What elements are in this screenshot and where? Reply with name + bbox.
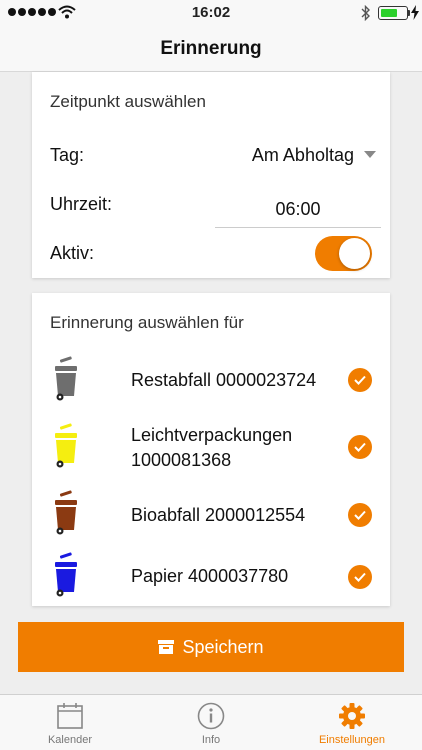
bluetooth-icon	[361, 5, 370, 21]
day-select-value: Am Abholtag	[251, 145, 354, 165]
archive-icon	[158, 640, 175, 654]
calendar-icon	[57, 703, 83, 729]
time-input[interactable]	[215, 192, 381, 228]
waste-bin-icon	[55, 552, 77, 597]
schedule-card: Zeitpunkt auswählen Tag: Am Abholtag Uhr…	[32, 72, 390, 278]
time-label: Uhrzeit:	[50, 194, 113, 214]
tab-label: Kalender	[47, 734, 93, 746]
active-label: Aktiv:	[50, 243, 95, 263]
reminder-card-title: Erinnerung auswählen für	[50, 313, 244, 332]
tab-label: Info	[201, 734, 221, 746]
check-icon[interactable]	[348, 565, 372, 589]
status-time: 16:02	[191, 4, 231, 21]
waste-bin-icon	[55, 423, 77, 468]
day-label: Tag:	[50, 145, 85, 165]
save-button-label: Speichern	[182, 636, 264, 657]
battery-icon	[378, 6, 408, 20]
tab-einstellungen[interactable]: Einstellungen	[282, 695, 422, 750]
tab-bar: Kalender Info Einstellungen	[0, 694, 422, 750]
check-icon[interactable]	[348, 503, 372, 527]
save-button[interactable]: Speichern	[18, 622, 404, 672]
gear-icon	[339, 703, 365, 729]
list-item-label: Restabfall 0000023724	[131, 370, 317, 390]
status-bar: 16:02	[0, 0, 422, 26]
info-icon	[197, 702, 225, 730]
tab-kalender[interactable]: Kalender	[0, 695, 140, 750]
reminder-card: Erinnerung auswählen für Restabfall 0000…	[32, 293, 390, 606]
chevron-down-icon	[364, 151, 376, 158]
list-item-label: Bioabfall 2000012554	[131, 505, 306, 525]
tab-label: Einstellungen	[318, 734, 386, 746]
check-icon[interactable]	[348, 435, 372, 459]
active-toggle[interactable]	[315, 236, 372, 271]
check-icon[interactable]	[348, 368, 372, 392]
waste-bin-icon	[55, 490, 77, 535]
tab-info[interactable]: Info	[141, 695, 281, 750]
waste-bin-icon	[55, 356, 77, 401]
schedule-card-title: Zeitpunkt auswählen	[50, 92, 206, 111]
list-item-label: Papier 4000037780	[131, 566, 289, 586]
charging-icon	[411, 5, 419, 20]
list-item-label: Leichtverpackungen 1000081368	[131, 425, 293, 470]
page-title: Erinnerung	[160, 37, 262, 59]
navigation-bar: Erinnerung	[0, 26, 422, 72]
